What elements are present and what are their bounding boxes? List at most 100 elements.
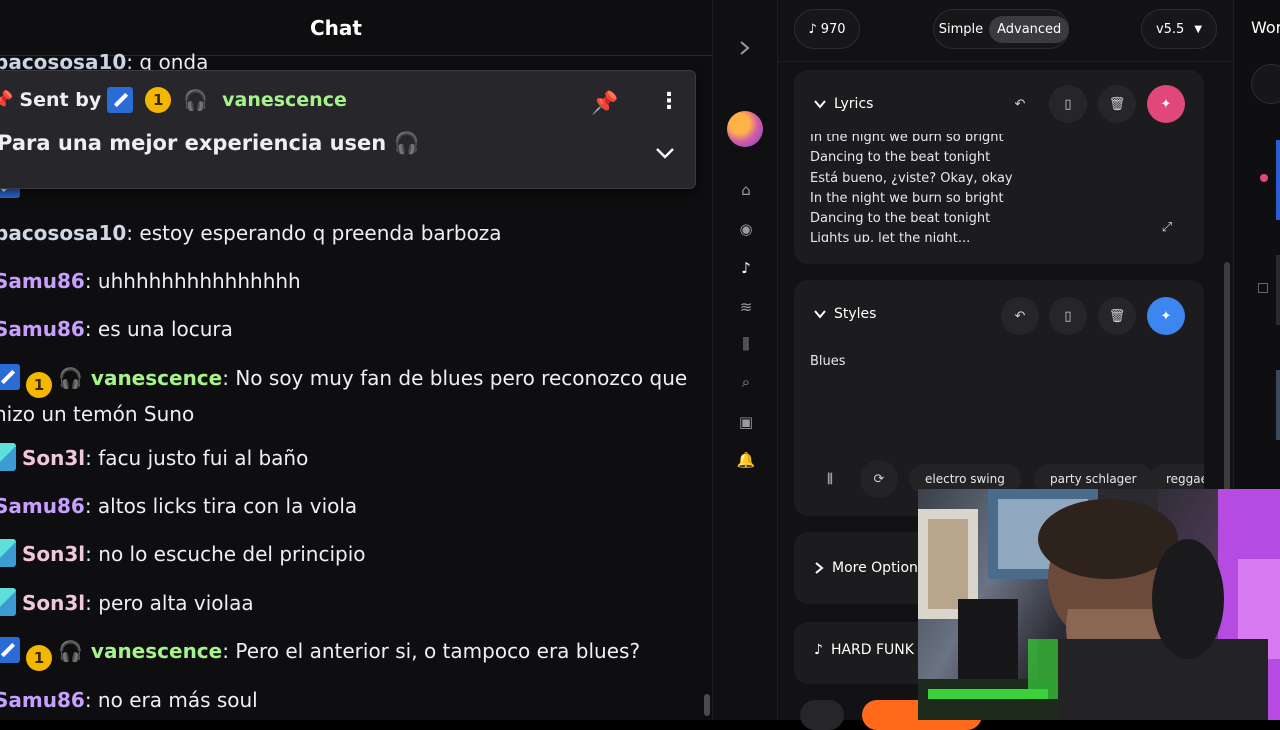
headphones-emoji-icon: 🎧: [393, 131, 420, 155]
chat-text: uhhhhhhhhhhhhhhh: [97, 269, 301, 293]
library-icon[interactable]: ⫼: [811, 460, 849, 498]
chat-username[interactable]: Samu86: [0, 317, 85, 341]
chat-username[interactable]: Son3l: [22, 591, 85, 615]
create-icon[interactable]: ♪: [735, 257, 757, 279]
lyrics-header[interactable]: Lyrics: [814, 96, 873, 112]
chat-text: altos licks tira con la viola: [97, 494, 358, 518]
pixel-badge-icon: [0, 588, 16, 616]
chevron-down-icon[interactable]: [655, 146, 675, 160]
webcam-figure: [918, 489, 1280, 720]
styles-card: Styles ↶ ▯ 🗑 ✦ Blues ⫼ ⟳ electro swing p…: [794, 280, 1204, 516]
chevron-right-icon[interactable]: [739, 40, 751, 56]
chat-message: 1 🎧 vanescence: No soy muy fan de blues pe…: [0, 362, 694, 430]
chat-username[interactable]: vanescence: [91, 366, 222, 390]
explore-icon[interactable]: ◉: [735, 218, 757, 240]
thumbnail[interactable]: [1276, 255, 1280, 325]
pinned-sent-by-label: Sent by: [19, 89, 102, 111]
version-value: v5.5: [1155, 21, 1185, 37]
lyrics-line: Lights up, let the night...: [810, 231, 971, 242]
bag-icon[interactable]: ▣: [735, 411, 757, 433]
bookmark-icon[interactable]: ▯: [1049, 297, 1087, 335]
headphones-badge-icon: 🎧: [183, 88, 209, 112]
undo-icon[interactable]: ↶: [1001, 85, 1039, 123]
search-button[interactable]: [1251, 64, 1280, 104]
magic-wand-icon[interactable]: ✦: [1147, 85, 1185, 123]
mode-advanced-button[interactable]: Advanced: [989, 15, 1070, 43]
pinned-message[interactable]: 📌 Sent by 1 🎧 vanescence Para una mejor …: [0, 70, 696, 189]
chat-message: Son3l: facu justo fui al baño: [0, 442, 694, 474]
chat-text: no lo escuche del principio: [98, 542, 366, 566]
magic-wand-icon[interactable]: ✦: [1147, 297, 1185, 335]
chat-username[interactable]: vanescence: [91, 639, 222, 663]
hammer-badge-icon: [107, 87, 134, 113]
chat-scrollbar[interactable]: [704, 694, 710, 716]
lyrics-line: Dancing to the beat tonight: [810, 150, 991, 166]
bell-icon[interactable]: 🔔: [735, 449, 757, 471]
chat-message: Samu86: altos licks tira con la viola: [0, 490, 694, 522]
thumbnail[interactable]: [1276, 140, 1280, 220]
chat-message: Samu86: uhhhhhhhhhhhhhhh: [0, 265, 694, 297]
coin-badge-icon: 1: [26, 372, 52, 398]
create-topbar: ♪ 970 Simple Advanced v5.5 ▼: [778, 0, 1233, 62]
more-options-header: More Options: [814, 560, 925, 576]
lyrics-line: Dancing to the beat tonight: [810, 211, 991, 227]
styles-label: Styles: [834, 306, 877, 322]
mode-simple-button[interactable]: Simple: [933, 22, 989, 37]
chat-message: pacososa10: estoy esperando q preenda ba…: [0, 217, 694, 249]
pinned-text-row: Para una mejor experiencia usen 🎧: [0, 131, 420, 156]
more-options-label: More Options: [832, 560, 926, 576]
caret-down-icon: ▼: [1194, 23, 1203, 35]
avatar[interactable]: [727, 111, 763, 147]
coin-badge-icon: 1: [26, 645, 52, 671]
mode-toggle: Simple Advanced: [933, 9, 1070, 49]
chat-username[interactable]: Son3l: [22, 542, 85, 566]
expand-icon[interactable]: ⤢: [1148, 208, 1186, 246]
pinned-header: 📌 Sent by 1 🎧 vanescence: [0, 87, 347, 113]
chat-username[interactable]: pacososa10: [0, 221, 126, 245]
trash-icon[interactable]: 🗑: [1098, 297, 1136, 335]
coin-badge-icon: 1: [145, 87, 172, 113]
pin-icon[interactable]: 📌: [591, 91, 618, 116]
status-dot: [1260, 174, 1268, 182]
credits-pill[interactable]: ♪ 970: [794, 9, 860, 49]
chat-text: es una locura: [97, 317, 233, 341]
chat-title: Chat: [310, 15, 362, 40]
bookmark-icon[interactable]: ▯: [1049, 85, 1087, 123]
pinned-text: Para una mejor experiencia usen: [0, 131, 387, 155]
lyrics-textarea[interactable]: In the night we burn so bright Dancing t…: [810, 134, 1140, 242]
version-select[interactable]: v5.5 ▼: [1141, 9, 1217, 49]
search-icon[interactable]: ⌕: [735, 371, 757, 393]
studio-icon[interactable]: ≋: [735, 296, 757, 318]
chevron-right-icon: [815, 562, 824, 574]
chat-username[interactable]: Samu86: [0, 494, 85, 518]
undo-icon[interactable]: ↶: [1001, 297, 1039, 335]
chat-message: Samu86: es una locura: [0, 313, 694, 345]
thumbnail[interactable]: [1276, 370, 1280, 440]
home-icon[interactable]: ⌂: [735, 179, 757, 201]
pinned-username[interactable]: vanescence: [222, 89, 347, 111]
note-icon: ♪: [814, 642, 823, 658]
more-menu-icon[interactable]: ⋮: [658, 89, 680, 114]
chat-message: Son3l: pero alta violaa: [0, 587, 694, 619]
lyrics-card: Lyrics ↶ ▯ 🗑 ✦ In the night we burn so b…: [794, 70, 1204, 264]
chat-message: Son3l: no lo escuche del principio: [0, 538, 694, 570]
note-icon: ♪: [808, 21, 817, 37]
chat-username[interactable]: Samu86: [0, 269, 85, 293]
chat-username[interactable]: Samu86: [0, 688, 85, 712]
shuffle-icon[interactable]: ⟳: [860, 460, 898, 498]
hammer-badge-icon: [0, 637, 20, 663]
chat-text: facu justo fui al baño: [98, 446, 309, 470]
trash-icon[interactable]: 🗑: [1098, 85, 1136, 123]
lyrics-line: Está bueno, ¿viste? Okay, okay: [810, 170, 1013, 186]
chevron-down-icon: [814, 100, 826, 109]
library-icon[interactable]: ⫼: [735, 333, 757, 355]
chat-username[interactable]: Son3l: [22, 446, 85, 470]
checkbox[interactable]: [1258, 283, 1268, 293]
styles-header[interactable]: Styles: [814, 306, 876, 322]
styles-textarea[interactable]: Blues: [810, 354, 846, 369]
song-title-row: ♪ HARD FUNK: [814, 642, 914, 658]
chat-message: 1 🎧 vanescence: Pero el anterior si, o tam…: [0, 635, 694, 671]
bottom-button[interactable]: [800, 700, 844, 730]
pin-small-icon: 📌: [0, 89, 14, 111]
headphones-badge-icon: 🎧: [58, 366, 83, 390]
